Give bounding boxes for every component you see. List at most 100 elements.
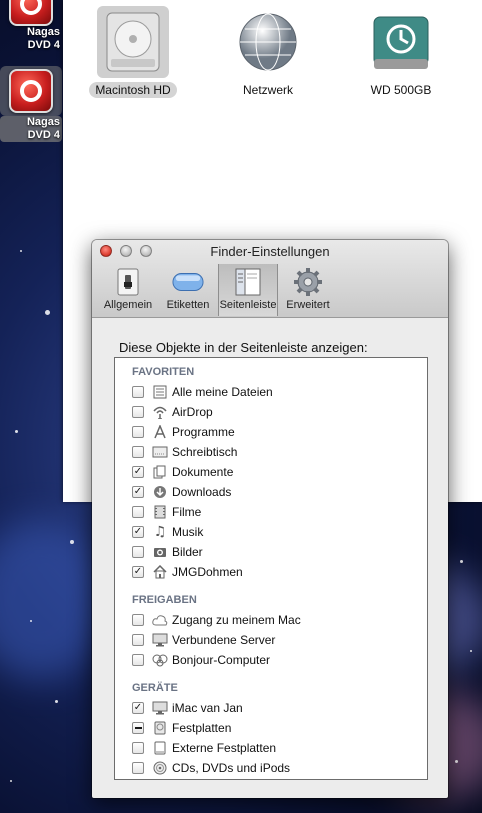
list-item: CDs, DVDs und iPods	[115, 758, 427, 778]
music-icon: ♫	[153, 524, 167, 540]
item-label: Externe Festplatten	[172, 741, 277, 755]
list-item: Bonjour-Computer	[115, 650, 427, 670]
finder-preferences-window: Finder-Einstellungen Allgemein Etiketten…	[92, 240, 448, 798]
home-icon	[152, 564, 168, 580]
dvd-app-icon	[9, 0, 53, 26]
checkbox-schreibtisch[interactable]	[132, 446, 144, 458]
volume-wd-500gb[interactable]: WD 500GB	[351, 6, 451, 99]
downloads-icon	[152, 484, 168, 500]
item-label: AirDrop	[172, 405, 213, 419]
airdrop-icon	[152, 404, 168, 420]
time-machine-drive-icon	[365, 6, 437, 78]
toolbar: Allgemein Etiketten Seitenleiste Erweite…	[98, 264, 338, 316]
tab-label: Erweitert	[286, 299, 330, 311]
list-item: Alle meine Dateien	[115, 382, 427, 402]
item-label: Dokumente	[172, 465, 234, 479]
tab-label: Etiketten	[166, 299, 210, 311]
documents-icon	[152, 464, 168, 480]
tab-label: Seitenleiste	[219, 299, 277, 311]
desktop-icon-dvd-1[interactable]: Nagas DVD 4	[0, 0, 62, 52]
bonjour-icon	[152, 652, 168, 668]
checkbox-jmgdohmen[interactable]	[132, 566, 144, 578]
list-item: Schreibtisch	[115, 442, 427, 462]
desktop-icon-label: Nagas DVD 4	[0, 116, 62, 142]
item-label: Bonjour-Computer	[172, 653, 271, 667]
checkbox-musik[interactable]	[132, 526, 144, 538]
checkbox-festplatten[interactable]	[132, 722, 144, 734]
volume-label: Netzwerk	[242, 83, 293, 97]
volume-macintosh-hd[interactable]: Macintosh HD	[83, 6, 183, 99]
tab-seitenleiste[interactable]: Seitenleiste	[218, 264, 278, 316]
dvd-app-icon	[9, 69, 53, 113]
pictures-icon	[152, 544, 168, 560]
item-label: Verbundene Server	[172, 633, 276, 647]
item-label: Programme	[172, 425, 235, 439]
volume-netzwerk[interactable]: Netzwerk	[218, 6, 318, 99]
disc-icon	[152, 760, 168, 776]
list-item: Externe Festplatten	[115, 738, 427, 758]
network-globe-icon	[232, 6, 304, 78]
list-item: Programme	[115, 422, 427, 442]
item-label: CDs, DVDs und iPods	[172, 761, 291, 775]
label-icon	[172, 268, 204, 296]
desktop-icon-label: Nagas DVD 4	[26, 26, 60, 51]
list-item: Festplatten	[115, 718, 427, 738]
checkbox-verbundene-server[interactable]	[132, 634, 144, 646]
all-files-icon	[152, 384, 168, 400]
list-item: Zugang zu meinem Mac	[115, 610, 427, 630]
list-item: JMGDohmen	[115, 562, 427, 582]
cloud-icon	[152, 612, 168, 628]
group-header-freigaben: FREIGABEN	[132, 594, 197, 606]
list-item: Dokumente	[115, 462, 427, 482]
checkbox-externe-festplatten[interactable]	[132, 742, 144, 754]
item-label: Bilder	[172, 545, 203, 559]
item-label: Festplatten	[172, 721, 232, 735]
item-label: Filme	[172, 505, 202, 519]
list-item: Downloads	[115, 482, 427, 502]
movies-icon	[152, 504, 168, 520]
item-label: Musik	[172, 525, 204, 539]
external-disk-icon	[152, 740, 168, 756]
list-item: iMac van Jan	[115, 698, 427, 718]
item-label: Downloads	[172, 485, 232, 499]
tab-label: Allgemein	[103, 299, 153, 311]
desktop-icon-dvd-2[interactable]: Nagas DVD 4	[0, 66, 62, 142]
checkbox-bilder[interactable]	[132, 546, 144, 558]
group-header-geraete: GERÄTE	[132, 682, 178, 694]
checkbox-imac-van-jan[interactable]	[132, 702, 144, 714]
applications-icon	[152, 424, 168, 440]
list-item: ♫ Musik	[115, 522, 427, 542]
list-item: Bilder	[115, 542, 427, 562]
gear-icon	[292, 268, 324, 296]
imac-icon	[152, 700, 168, 716]
harddisk-icon	[152, 720, 168, 736]
list-item: AirDrop	[115, 402, 427, 422]
checkbox-cds-dvds-und-ipods[interactable]	[132, 762, 144, 774]
item-label: Schreibtisch	[172, 445, 238, 459]
hard-drive-icon	[97, 6, 169, 78]
tab-erweitert[interactable]: Erweitert	[278, 264, 338, 316]
item-label: Zugang zu meinem Mac	[172, 613, 301, 627]
sidebar-icon	[232, 268, 264, 296]
volume-label: WD 500GB	[370, 83, 432, 97]
titlebar: Finder-Einstellungen Allgemein Etiketten…	[92, 240, 448, 318]
volume-label: Macintosh HD	[89, 82, 177, 98]
checkbox-downloads[interactable]	[132, 486, 144, 498]
checkbox-filme[interactable]	[132, 506, 144, 518]
checkbox-alle-meine-dateien[interactable]	[132, 386, 144, 398]
desktop-icon	[152, 444, 168, 460]
section-heading: Diese Objekte in der Seitenleiste anzeig…	[119, 340, 368, 355]
item-label: Alle meine Dateien	[172, 385, 273, 399]
item-label: iMac van Jan	[172, 701, 243, 715]
checkbox-zugang-zu-meinem-mac[interactable]	[132, 614, 144, 626]
checkbox-airdrop[interactable]	[132, 406, 144, 418]
tab-etiketten[interactable]: Etiketten	[158, 264, 218, 316]
checkbox-bonjour-computer[interactable]	[132, 654, 144, 666]
sidebar-items-list: FAVORITEN Alle meine Dateien AirDrop Pro…	[114, 357, 428, 780]
list-item: Filme	[115, 502, 427, 522]
item-label: JMGDohmen	[172, 565, 243, 579]
checkbox-programme[interactable]	[132, 426, 144, 438]
checkbox-dokumente[interactable]	[132, 466, 144, 478]
tab-allgemein[interactable]: Allgemein	[98, 264, 158, 316]
server-icon	[152, 632, 168, 648]
